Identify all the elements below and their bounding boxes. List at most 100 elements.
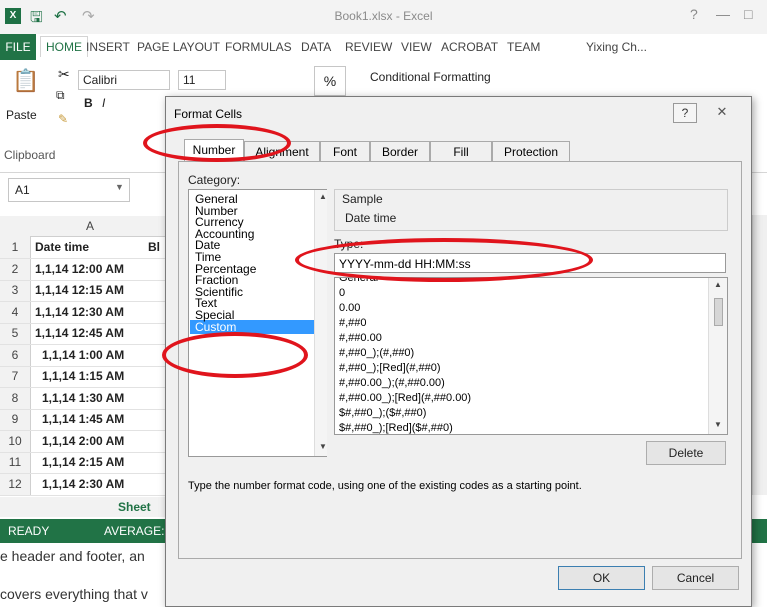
grid-line <box>0 322 170 324</box>
tab-formulas[interactable]: FORMULAS <box>225 40 292 54</box>
cancel-button[interactable]: Cancel <box>652 566 739 590</box>
format-code-item[interactable]: 0 <box>339 287 345 299</box>
paste-label[interactable]: Paste <box>6 108 37 122</box>
cell-a[interactable]: Date time <box>35 240 89 254</box>
sample-value: Date time <box>345 211 397 225</box>
scroll-down-icon[interactable]: ▼ <box>319 442 327 451</box>
font-size-box[interactable]: 11 <box>178 70 226 90</box>
annotation-oval-number-tab <box>143 124 291 162</box>
delete-button[interactable]: Delete <box>646 441 726 465</box>
row-number[interactable]: 11 <box>0 455 30 469</box>
tab-team[interactable]: TEAM <box>507 40 540 54</box>
hint-text: Type the number format code, using one o… <box>188 480 582 492</box>
italic-icon[interactable]: I <box>102 96 105 110</box>
row-number[interactable]: 6 <box>0 348 30 362</box>
cut-icon[interactable]: ✂ <box>58 66 70 83</box>
vertical-scrollbar[interactable] <box>752 215 767 495</box>
help-icon[interactable]: ? <box>690 6 698 22</box>
name-box[interactable]: A1 ▼ <box>8 178 130 202</box>
tab-review[interactable]: REVIEW <box>345 40 392 54</box>
ok-button[interactable]: OK <box>558 566 645 590</box>
grid-line <box>0 258 170 259</box>
tab-insert[interactable]: INSERT <box>86 40 130 54</box>
background-text: e header and footer, an <box>0 548 145 564</box>
row-number[interactable]: 7 <box>0 369 30 383</box>
font-name-value: Calibri <box>83 73 118 87</box>
bold-icon[interactable]: B <box>84 96 93 110</box>
grid-line <box>0 279 170 281</box>
tab-fill[interactable]: Fill <box>430 141 492 162</box>
scroll-down-icon[interactable]: ▼ <box>714 420 722 429</box>
cell-a[interactable]: 1,1,14 2:30 AM <box>42 477 124 491</box>
status-average: AVERAGE: <box>104 524 165 538</box>
code-list-scrollbar[interactable]: ▲ ▼ <box>708 278 727 434</box>
format-code-item[interactable]: $#,##0_);[Red]($#,##0) <box>339 422 453 434</box>
row-number[interactable]: 2 <box>0 262 30 276</box>
percent-icon[interactable]: % <box>314 66 346 96</box>
format-painter-icon[interactable]: ✎ <box>58 112 68 126</box>
copy-icon[interactable]: ⧉ <box>56 88 65 103</box>
format-code-item[interactable]: 0.00 <box>339 302 360 314</box>
category-scrollbar[interactable]: ▲ ▼ <box>314 190 327 456</box>
tab-home[interactable]: HOME <box>40 36 88 57</box>
grid-line <box>0 430 170 431</box>
row-number[interactable]: 4 <box>0 305 30 319</box>
cell-a[interactable]: 1,1,14 12:45 AM <box>35 326 124 340</box>
tab-page-layout[interactable]: PAGE LAYOUT <box>137 40 220 54</box>
row-number[interactable]: 3 <box>0 283 30 297</box>
column-a-header[interactable]: A <box>86 219 94 233</box>
format-code-item[interactable]: #,##0.00 <box>339 332 382 344</box>
format-code-item[interactable]: $#,##0_);($#,##0) <box>339 407 426 419</box>
tab-view[interactable]: VIEW <box>401 40 432 54</box>
row-number[interactable]: 12 <box>0 477 30 491</box>
cell-a[interactable]: 1,1,14 1:30 AM <box>42 391 124 405</box>
tab-border[interactable]: Border <box>370 141 430 162</box>
tab-font[interactable]: Font <box>320 141 370 162</box>
tab-acrobat[interactable]: ACROBAT <box>441 40 498 54</box>
sample-label: Sample <box>342 192 383 206</box>
chevron-down-icon[interactable]: ▼ <box>115 182 124 192</box>
ribbon-tabs: FILE HOME INSERT PAGE LAYOUT FORMULAS DA… <box>0 34 767 60</box>
restore-icon[interactable]: □ <box>744 6 752 22</box>
format-code-list[interactable]: General 0 0.00 #,##0 #,##0.00 #,##0_);(#,##0)… <box>334 277 728 435</box>
tab-protection[interactable]: Protection <box>492 141 570 162</box>
annotation-oval-custom-category <box>162 332 308 378</box>
cell-a[interactable]: 1,1,14 1:00 AM <box>42 348 124 362</box>
format-code-item[interactable]: #,##0 <box>339 317 367 329</box>
scrollbar-thumb[interactable] <box>714 298 723 326</box>
row-number[interactable]: 9 <box>0 412 30 426</box>
scroll-up-icon[interactable]: ▲ <box>714 280 722 289</box>
close-icon[interactable]: ✕ <box>706 103 738 121</box>
paste-icon[interactable]: 📋 <box>12 68 39 94</box>
category-label: Category: <box>188 173 241 187</box>
cell-a[interactable]: 1,1,14 12:30 AM <box>35 305 124 319</box>
grid-line <box>0 408 170 410</box>
format-code-item[interactable]: #,##0.00_);[Red](#,##0.00) <box>339 392 471 404</box>
user-name[interactable]: Yixing Ch... <box>586 40 647 54</box>
help-button[interactable]: ? <box>673 103 697 123</box>
minimize-icon[interactable]: — <box>716 6 730 22</box>
scroll-up-icon[interactable]: ▲ <box>319 192 327 201</box>
cell-b1[interactable]: Bl <box>148 240 160 254</box>
row-number[interactable]: 8 <box>0 391 30 405</box>
tab-data[interactable]: DATA <box>301 40 331 54</box>
conditional-formatting-button[interactable]: Conditional Formatting <box>370 70 491 84</box>
font-name-box[interactable]: Calibri <box>78 70 170 90</box>
format-code-item[interactable]: #,##0_);(#,##0) <box>339 347 414 359</box>
cell-a[interactable]: 1,1,14 12:00 AM <box>35 262 124 276</box>
row-number[interactable]: 10 <box>0 434 30 448</box>
cell-a[interactable]: 1,1,14 1:45 AM <box>42 412 124 426</box>
category-list[interactable]: General Number Currency Accounting Date Time P… <box>188 189 327 457</box>
cell-a[interactable]: 1,1,14 2:00 AM <box>42 434 124 448</box>
format-code-item[interactable]: #,##0.00_);(#,##0.00) <box>339 377 445 389</box>
tab-file[interactable]: FILE <box>0 34 36 60</box>
format-code-item[interactable]: #,##0_);[Red](#,##0) <box>339 362 441 374</box>
grid-line <box>0 301 170 302</box>
title-bar: X 🖫 ↶ ↷ Book1.xlsx - Excel ? — □ <box>0 0 767 34</box>
row-number[interactable]: 1 <box>0 240 30 254</box>
cell-a[interactable]: 1,1,14 2:15 AM <box>42 455 124 469</box>
sheet-tab[interactable]: Sheet <box>118 500 151 514</box>
row-number[interactable]: 5 <box>0 326 30 340</box>
cell-a[interactable]: 1,1,14 12:15 AM <box>35 283 124 297</box>
cell-a[interactable]: 1,1,14 1:15 AM <box>42 369 124 383</box>
